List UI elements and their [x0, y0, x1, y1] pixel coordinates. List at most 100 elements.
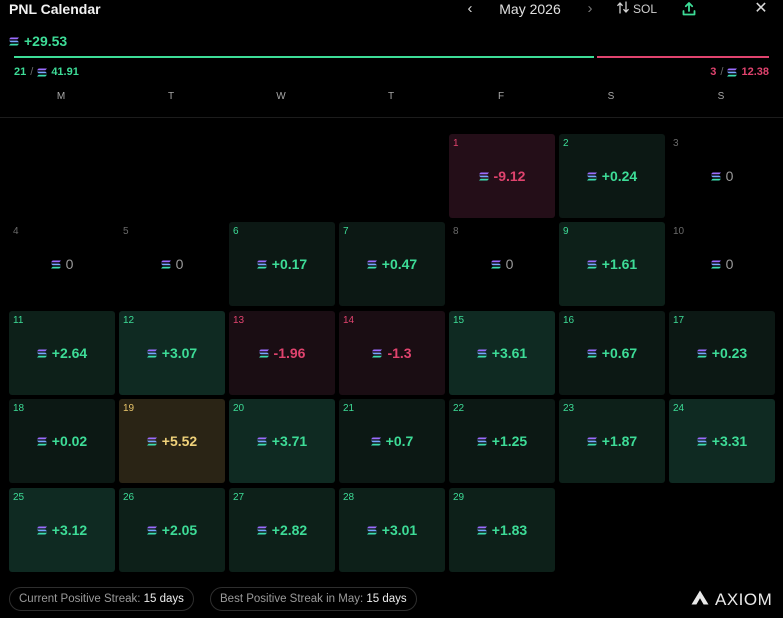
sol-icon	[710, 172, 721, 181]
calendar-day-cell[interactable]: 21 +0.7	[339, 399, 445, 483]
calendar-day-cell[interactable]: 11 +2.64	[9, 311, 115, 395]
day-pnl-value: +0.7	[385, 433, 414, 449]
day-pnl-value: +0.24	[601, 168, 638, 184]
day-pnl: +0.02	[9, 433, 115, 449]
day-number: 1	[453, 138, 459, 149]
calendar-day-cell[interactable]: 50	[119, 222, 225, 306]
swap-vertical-icon	[617, 1, 629, 17]
total-pnl-value: +29.53	[24, 33, 68, 49]
next-month-button[interactable]: ›	[583, 0, 597, 18]
day-number: 11	[13, 315, 24, 326]
day-number: 17	[673, 315, 685, 326]
day-number: 19	[123, 403, 135, 414]
calendar-day-cell[interactable]: 22 +1.25	[449, 399, 555, 483]
weekday-label: S	[607, 91, 615, 102]
page-title: PNL Calendar	[9, 1, 101, 17]
day-pnl: +1.87	[559, 433, 665, 449]
sol-icon	[476, 349, 487, 358]
day-pnl-value: 0	[725, 168, 734, 184]
calendar-header: PNL Calendar ‹ May 2026 › SOL ✕	[0, 0, 783, 20]
day-pnl: +3.31	[669, 433, 775, 449]
share-button[interactable]	[681, 1, 697, 17]
day-number: 7	[343, 226, 349, 237]
calendar-day-cell[interactable]: 14 -1.3	[339, 311, 445, 395]
day-pnl-value: +0.47	[381, 256, 418, 272]
win-separator: /	[30, 66, 34, 78]
best-streak-label: Best Positive Streak in May:	[220, 593, 364, 605]
day-pnl-value: +3.71	[271, 433, 308, 449]
day-pnl-value: 0	[175, 256, 184, 272]
day-number: 8	[453, 226, 459, 237]
currency-toggle-button[interactable]: SOL	[617, 1, 657, 17]
loss-days-count: 3	[710, 66, 717, 78]
win-total-value: 41.91	[51, 66, 79, 78]
calendar-day-cell[interactable]: 10 0	[669, 222, 775, 306]
close-button[interactable]: ✕	[752, 0, 770, 18]
calendar-day-cell[interactable]: 29 +1.83	[449, 488, 555, 572]
day-pnl: +2.82	[229, 522, 335, 538]
weekday-label: F	[497, 91, 505, 102]
upload-icon	[681, 2, 697, 21]
day-pnl-value: +0.17	[271, 256, 308, 272]
calendar-day-cell[interactable]: 6 +0.17	[229, 222, 335, 306]
day-number: 28	[343, 492, 355, 503]
win-stats: 21 / 41.91	[14, 66, 79, 78]
calendar-day-cell[interactable]: 7 +0.47	[339, 222, 445, 306]
day-pnl: +0.7	[339, 433, 445, 449]
prev-month-button[interactable]: ‹	[463, 0, 477, 18]
calendar-day-cell[interactable]: 16 +0.67	[559, 311, 665, 395]
calendar-day-cell[interactable]: 24 +3.31	[669, 399, 775, 483]
calendar-day-cell[interactable]: 1 -9.12	[449, 134, 555, 218]
calendar-day-cell[interactable]: 27 +2.82	[229, 488, 335, 572]
calendar-day-cell[interactable]: 26 +2.05	[119, 488, 225, 572]
day-pnl: +2.64	[9, 345, 115, 361]
calendar-day-cell[interactable]: 15 +3.61	[449, 311, 555, 395]
sol-icon	[696, 349, 707, 358]
calendar-day-cell[interactable]: 18 +0.02	[9, 399, 115, 483]
calendar-day-cell[interactable]: 20 +3.71	[229, 399, 335, 483]
day-pnl-value: +0.67	[601, 345, 638, 361]
calendar-day-cell[interactable]: 2 +0.24	[559, 134, 665, 218]
day-number: 6	[233, 226, 239, 237]
sol-icon	[146, 526, 157, 535]
calendar-day-cell[interactable]: 30	[669, 134, 775, 218]
day-pnl-value: +1.61	[601, 256, 638, 272]
axiom-logo-icon	[691, 590, 709, 610]
day-pnl: +0.17	[229, 256, 335, 272]
chevron-left-icon: ‹	[467, 0, 473, 17]
weekday-label: W	[276, 91, 286, 102]
day-number: 26	[123, 492, 135, 503]
day-pnl-value: +0.02	[51, 433, 88, 449]
weekday-label: T	[387, 91, 395, 102]
calendar-day-cell[interactable]: 12 +3.07	[119, 311, 225, 395]
day-number: 23	[563, 403, 575, 414]
day-pnl: +1.25	[449, 433, 555, 449]
calendar-day-cell[interactable]: 40	[9, 222, 115, 306]
calendar-day-cell[interactable]: 25 +3.12	[9, 488, 115, 572]
current-streak-badge: Current Positive Streak: 15 days	[9, 587, 194, 611]
weekday-label: T	[167, 91, 175, 102]
day-number: 13	[233, 315, 245, 326]
calendar-day-cell[interactable]: 13 -1.96	[229, 311, 335, 395]
calendar-day-cell[interactable]: 19 +5.52	[119, 399, 225, 483]
calendar-day-cell[interactable]: 28 +3.01	[339, 488, 445, 572]
day-pnl: +5.52	[119, 433, 225, 449]
day-number: 5	[123, 226, 129, 237]
calendar-day-cell[interactable]: 9 +1.61	[559, 222, 665, 306]
day-pnl: +3.01	[339, 522, 445, 538]
month-label: May 2026	[499, 1, 561, 17]
sol-icon	[696, 437, 707, 446]
currency-label: SOL	[633, 2, 658, 16]
sol-icon	[160, 260, 171, 269]
calendar-day-cell[interactable]: 23 +1.87	[559, 399, 665, 483]
calendar-day-cell[interactable]: 80	[449, 222, 555, 306]
day-pnl: +0.24	[559, 168, 665, 184]
day-pnl: +3.12	[9, 522, 115, 538]
day-pnl-value: +1.25	[491, 433, 528, 449]
sol-icon	[36, 526, 47, 535]
day-pnl-value: +3.61	[491, 345, 528, 361]
day-number: 15	[453, 315, 465, 326]
day-pnl-value: 0	[725, 256, 734, 272]
calendar-day-cell[interactable]: 17 +0.23	[669, 311, 775, 395]
day-pnl-value: +2.05	[161, 522, 198, 538]
